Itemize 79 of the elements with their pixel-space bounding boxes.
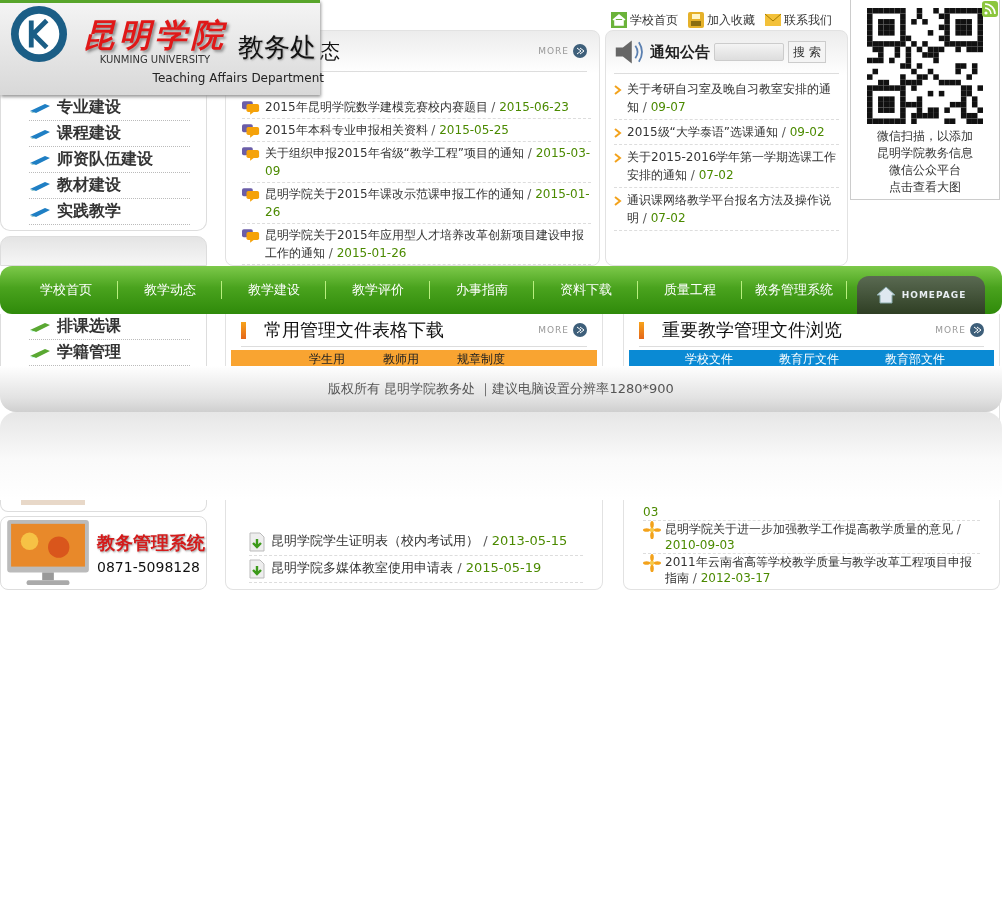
document-link[interactable]: 2011年云南省高等学校教学质量与教学改革工程项目申报指南 / 2012-03-17 (665, 554, 980, 586)
side-menu-link[interactable]: 排课选课 (29, 314, 190, 340)
panel-title: 通知公告 (650, 42, 710, 62)
logo-icon (10, 5, 68, 63)
news-link[interactable]: 昆明学院关于2015年课改示范课申报工作的通知 / 2015-01-26 (265, 185, 591, 221)
side-menu-link[interactable]: 课程建设 (29, 121, 190, 147)
house-icon (875, 286, 896, 304)
pen-icon (29, 153, 51, 166)
pen-icon (29, 320, 51, 333)
panel-title: 常用管理文件表格下载 (264, 318, 444, 342)
tab[interactable]: 学校文件 (685, 350, 733, 368)
speech-bubble-icon (242, 100, 260, 115)
bar-mark-icon (241, 321, 246, 339)
speech-bubble-icon (242, 123, 260, 138)
chevron-icon (614, 85, 622, 95)
news-link[interactable]: 关于组织申报2015年省级“教学工程”项目的通知 / 2015-03-09 (265, 144, 591, 180)
speech-bubble-icon (242, 187, 260, 202)
chevron-icon (614, 128, 622, 138)
pen-icon (29, 205, 51, 218)
floppy-icon (688, 12, 704, 28)
chevron-icon (614, 153, 622, 163)
news-link[interactable]: 2015年本科专业申报相关资料 / 2015-05-25 (265, 121, 509, 139)
banner-title: 教务管理系统 (97, 531, 205, 555)
side-menu-link[interactable]: 师资队伍建设 (29, 147, 190, 173)
envelope-icon (765, 12, 781, 28)
qr-caption: 微信公众平台 (889, 162, 961, 179)
notice-link[interactable]: 关于2015-2016学年第一学期选课工作安排的通知 / 07-02 (627, 148, 839, 184)
speech-bubble-icon (242, 228, 260, 243)
chevron-icon (614, 196, 622, 206)
logo-text: 昆明学院 (83, 16, 227, 54)
house-icon (611, 12, 627, 28)
arrow-circle-icon (573, 44, 587, 58)
speaker-icon (614, 38, 646, 66)
side-menu-link[interactable]: 教材建设 (29, 173, 190, 199)
tab[interactable]: 规章制度 (457, 350, 505, 368)
notice-link[interactable]: 2015级“大学泰语”选课通知 / 09-02 (627, 123, 825, 141)
top-link[interactable]: 加入收藏 (688, 12, 755, 28)
flower-icon (643, 554, 661, 572)
bar-mark-icon (639, 321, 644, 339)
qr-code-icon[interactable] (867, 8, 983, 124)
date-text: 03 (643, 504, 660, 520)
speech-bubble-icon (242, 146, 260, 161)
copyright-text: 版权所有 昆明学院教务处 ｜建议电脑设置分辨率1280*900 (328, 380, 674, 398)
download-link[interactable]: 昆明学院学生证明表（校内考试用） / 2013-05-15 (271, 532, 568, 552)
top-link[interactable]: 学校首页 (611, 12, 678, 28)
tab[interactable]: 学生用 (309, 350, 345, 368)
arrow-circle-icon (573, 323, 587, 337)
pen-icon (29, 179, 51, 192)
news-link[interactable]: 2015年昆明学院数学建模竞赛校内赛题目 / 2015-06-23 (265, 98, 569, 116)
logo-subtitle: KUNMING UNIVERSITY (99, 54, 211, 65)
arrow-circle-icon (970, 323, 984, 337)
tab[interactable]: 教育厅文件 (779, 350, 839, 368)
download-file-icon (249, 559, 265, 579)
search-button[interactable]: 搜 索 (788, 41, 826, 63)
news-link[interactable]: 昆明学院关于2015年应用型人才培养改革创新项目建设申报工作的通知 / 2015-01-26 (265, 226, 591, 262)
flower-icon (643, 521, 661, 539)
tab[interactable]: 教师用 (383, 350, 419, 368)
department-subtitle: Teaching Affairs Department (152, 71, 325, 85)
notice-link[interactable]: 通识课网络教学平台报名方法及操作说明 / 07-02 (627, 191, 839, 227)
system-banner[interactable]: 教务管理系统 0871-5098128 (0, 516, 207, 590)
download-file-icon (249, 532, 265, 552)
panel-title: 重要教学管理文件浏览 (662, 318, 842, 342)
homepage-button[interactable]: HOMEPAGE (857, 276, 985, 314)
qr-caption: 微信扫描，以添加 (877, 128, 973, 145)
side-menu-link[interactable]: 实践教学 (29, 199, 190, 225)
qr-caption: 昆明学院教务信息 (877, 145, 973, 162)
qr-caption: 点击查看大图 (889, 179, 961, 196)
rss-icon[interactable] (982, 1, 998, 17)
phone-number: 0871-5098128 (97, 559, 202, 575)
notice-link[interactable]: 关于考研自习室及晚自习教室安排的通知 / 09-07 (627, 80, 839, 116)
panel-title: 态 (320, 37, 340, 65)
pen-icon (29, 101, 51, 114)
pen-icon (29, 346, 51, 359)
document-link[interactable]: 昆明学院关于进一步加强教学工作提高教学质量的意见 / 2010-09-03 (665, 521, 980, 553)
top-link[interactable]: 联系我们 (765, 12, 832, 28)
download-link[interactable]: 昆明学院多媒体教室使用申请表 / 2015-05-19 (271, 559, 542, 579)
pen-icon (29, 127, 51, 140)
search-field[interactable] (714, 43, 784, 61)
tab[interactable]: 教育部文件 (885, 350, 945, 368)
